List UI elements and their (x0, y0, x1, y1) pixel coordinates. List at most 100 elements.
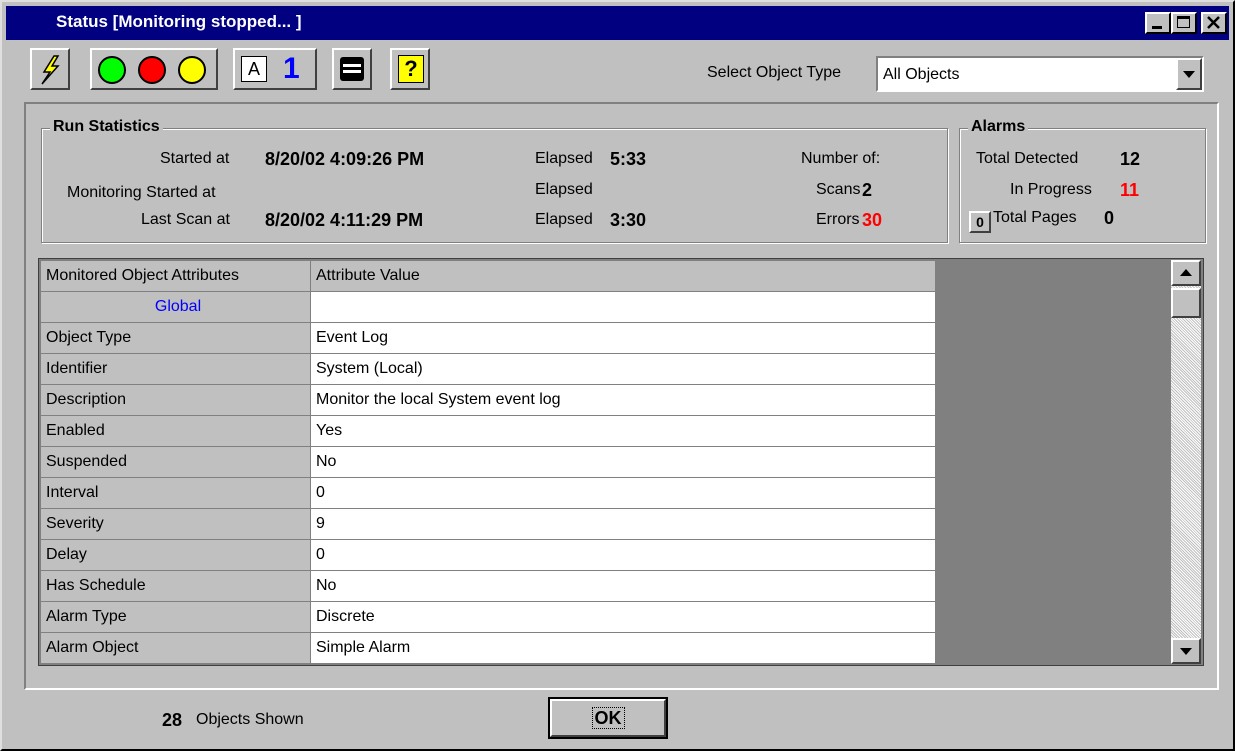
minimize-icon (1152, 26, 1162, 29)
keyboard-button[interactable] (332, 48, 372, 90)
help-button[interactable]: ? (390, 48, 430, 90)
yellow-light-icon (178, 56, 206, 84)
red-light-icon (138, 56, 166, 84)
elapsed-value-1: 5:33 (610, 149, 647, 169)
scans-value: 2 (862, 180, 873, 200)
scroll-thumb[interactable] (1171, 288, 1201, 318)
run-statistics-label: Run Statistics (50, 118, 163, 136)
table-row[interactable]: Delay 0 (40, 539, 936, 571)
errors-value: 30 (862, 210, 883, 230)
attr-value: 0 (310, 477, 936, 509)
attr-value: Discrete (310, 601, 936, 633)
attr-value: No (310, 446, 936, 478)
started-at-label: Started at (160, 150, 230, 167)
attr-name: Delay (40, 539, 311, 571)
table-row[interactable]: Suspended No (40, 446, 936, 478)
table-row[interactable]: Interval 0 (40, 477, 936, 509)
total-detected-label: Total Detected (976, 150, 1079, 167)
elapsed-value-3: 3:30 (610, 210, 647, 230)
lightning-button[interactable] (30, 48, 70, 90)
started-at-value: 8/20/02 4:09:26 PM (265, 149, 425, 169)
objects-count: 28 (162, 710, 183, 730)
attr-name: Interval (40, 477, 311, 509)
scroll-down-button[interactable] (1171, 638, 1201, 664)
errors-label: Errors (816, 211, 860, 228)
attr-value: Event Log (310, 322, 936, 354)
close-icon (1207, 16, 1220, 29)
table-row[interactable]: Identifier System (Local) (40, 353, 936, 385)
attr-name: Has Schedule (40, 570, 311, 602)
table-row[interactable]: Description Monitor the local System even… (40, 384, 936, 416)
object-type-select[interactable]: All Objects (876, 56, 1204, 92)
attributes-grid: Monitored Object Attributes Attribute Va… (40, 260, 936, 664)
monitoring-started-label: Monitoring Started at (67, 184, 216, 201)
attr-name: Suspended (40, 446, 311, 478)
attr-name: Enabled (40, 415, 311, 447)
help-icon: ? (398, 55, 424, 83)
maximize-icon (1177, 16, 1190, 28)
ok-button[interactable]: OK (548, 697, 668, 739)
font-icon: A (241, 56, 267, 82)
run-statistics-group: Run Statistics Started at 8/20/02 4:09:2… (41, 118, 948, 243)
close-button[interactable] (1201, 12, 1227, 34)
status-lights-button[interactable] (90, 48, 218, 90)
chevron-up-icon (1180, 269, 1192, 276)
section-global-value (310, 291, 936, 323)
in-progress-value: 11 (1120, 180, 1140, 200)
alarms-group: Alarms Total Detected 12 In Progress 11 … (959, 118, 1206, 243)
table-row[interactable]: Has Schedule No (40, 570, 936, 602)
attr-value: Monitor the local System event log (310, 384, 936, 416)
lightning-icon (41, 55, 60, 85)
chevron-down-icon (1183, 71, 1195, 78)
status-window: Status [Monitoring stopped... ] A 1 ? Se… (0, 0, 1235, 751)
object-type-value: All Objects (883, 66, 960, 83)
attr-value: No (310, 570, 936, 602)
title-bar[interactable]: Status [Monitoring stopped... ] (6, 6, 1229, 40)
number-of-label: Number of: (801, 150, 881, 167)
table-row[interactable]: Object Type Event Log (40, 322, 936, 354)
window-title: Status [Monitoring stopped... ] (56, 12, 302, 31)
in-progress-label: In Progress (1010, 181, 1092, 198)
table-row[interactable]: Severity 9 (40, 508, 936, 540)
alarms-label: Alarms (968, 118, 1029, 136)
ok-label: OK (591, 707, 625, 729)
total-pages-value: 0 (1104, 208, 1115, 228)
scroll-up-button[interactable] (1171, 260, 1201, 286)
table-row[interactable]: Alarm Type Discrete (40, 601, 936, 633)
minimize-button[interactable] (1145, 12, 1171, 34)
attr-value: 0 (310, 539, 936, 571)
green-light-icon (98, 56, 126, 84)
vertical-scrollbar[interactable] (1171, 260, 1201, 664)
total-pages-label: Total Pages (993, 209, 1077, 226)
last-scan-value: 8/20/02 4:11:29 PM (265, 210, 424, 230)
number-icon: 1 (283, 52, 300, 85)
chevron-down-icon (1180, 648, 1192, 655)
section-global[interactable]: Global (40, 291, 311, 323)
attr-name: Object Type (40, 322, 311, 354)
header-attributes[interactable]: Monitored Object Attributes (40, 260, 311, 292)
header-value[interactable]: Attribute Value (310, 260, 936, 292)
select-object-type-label: Select Object Type (707, 64, 841, 81)
table-row[interactable]: Alarm Object Simple Alarm (40, 632, 936, 664)
font-options-button[interactable]: A 1 (233, 48, 317, 90)
attr-value: Yes (310, 415, 936, 447)
attr-value: Simple Alarm (310, 632, 936, 664)
attr-value: System (Local) (310, 353, 936, 385)
dropdown-button[interactable] (1176, 58, 1202, 90)
ok-button-face: OK (550, 699, 666, 737)
scans-label: Scans (816, 181, 861, 198)
attr-value: 9 (310, 508, 936, 540)
total-detected-value: 12 (1120, 149, 1141, 169)
table-row[interactable]: Enabled Yes (40, 415, 936, 447)
elapsed-label-3: Elapsed (535, 211, 593, 228)
elapsed-label-2: Elapsed (535, 181, 593, 198)
attr-name: Alarm Object (40, 632, 311, 664)
maximize-button[interactable] (1171, 12, 1197, 34)
attr-name: Severity (40, 508, 311, 540)
attr-name: Identifier (40, 353, 311, 385)
grid-header-row: Monitored Object Attributes Attribute Va… (40, 260, 936, 292)
grid-section-row[interactable]: Global (40, 291, 936, 323)
attr-name: Description (40, 384, 311, 416)
objects-shown-label: Objects Shown (196, 711, 304, 728)
pages-button[interactable]: 0 (969, 211, 991, 233)
